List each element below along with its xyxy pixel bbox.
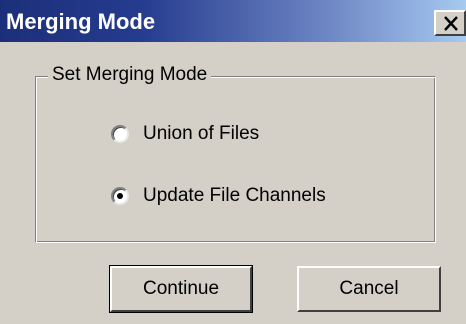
cancel-button[interactable]: Cancel bbox=[297, 266, 441, 312]
continue-button[interactable]: Continue bbox=[109, 265, 253, 313]
merging-mode-dialog: Merging Mode Set Merging Mode Union of F… bbox=[0, 0, 466, 324]
merging-mode-groupbox bbox=[35, 76, 436, 243]
radio-button-unselected[interactable] bbox=[111, 125, 129, 143]
radio-union-of-files[interactable]: Union of Files bbox=[111, 121, 259, 147]
radio-label-union-of-files[interactable]: Union of Files bbox=[143, 123, 259, 145]
dialog-title: Merging Mode bbox=[6, 9, 156, 34]
radio-button-selected[interactable] bbox=[111, 187, 129, 205]
close-button[interactable] bbox=[434, 10, 466, 36]
radio-label-update-file-channels[interactable]: Update File Channels bbox=[143, 185, 326, 207]
groupbox-label: Set Merging Mode bbox=[48, 63, 212, 87]
title-bar[interactable]: Merging Mode bbox=[0, 0, 466, 42]
radio-update-file-channels[interactable]: Update File Channels bbox=[111, 183, 326, 209]
close-icon bbox=[444, 16, 458, 31]
radio-selected-dot bbox=[117, 193, 123, 199]
